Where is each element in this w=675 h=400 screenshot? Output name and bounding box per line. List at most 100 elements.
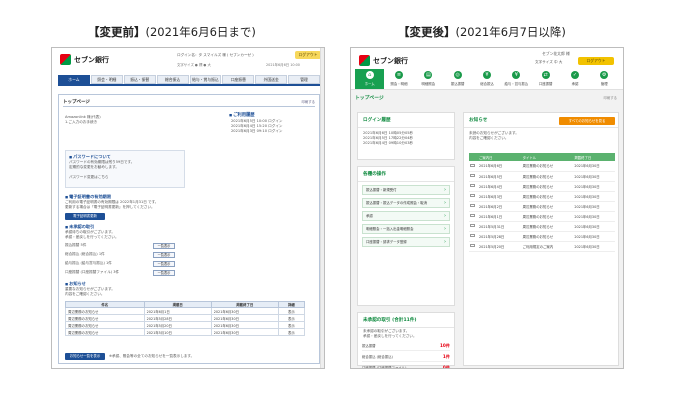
after-nav-item[interactable]: ⌂ ホーム <box>355 69 385 89</box>
after-news-title-link[interactable]: ご利用規定のご案内 <box>519 241 572 252</box>
after-ops-item[interactable]: 振込振替・振込データの作成照会・取消 <box>362 198 450 208</box>
after-pending-row[interactable]: 総合振込 (総合振込) 1件 <box>362 353 450 362</box>
after-ops-item[interactable]: 口座振替・請求データ登録 <box>362 237 450 247</box>
before-cert-section: 電子証明書の有効期限 ご利用の電子証明書の有効期限は 2022年1月31日 です… <box>65 194 315 220</box>
before-nav-tab[interactable]: 総合振込 <box>156 75 189 84</box>
bank-logo-icon <box>60 54 71 65</box>
before-nav-tab[interactable]: 振込・振替 <box>123 75 156 84</box>
after-news-title-link[interactable]: 周辺業務のお知らせ <box>519 231 572 242</box>
caption-after-date: (2021年6月7日以降) <box>455 25 566 39</box>
after-pending-row[interactable]: 振込振替 10件 <box>362 342 450 351</box>
before-nav-tab[interactable]: ホーム <box>58 75 90 84</box>
after-news-icon-cell <box>469 221 476 232</box>
after-news-icon-cell <box>469 211 476 222</box>
after-nav-label: 給与・賞与振込 <box>504 82 529 86</box>
table-row[interactable]: 周辺業務のお知らせ 2021年5月10日 2021年6月30日 表示 <box>65 328 306 336</box>
after-page-title: トップページ <box>355 96 384 101</box>
table-row[interactable]: 2021年6月5日 周辺業務のお知らせ 2021年6月30日 <box>469 171 615 182</box>
after-ops-item[interactable]: 振込振替・新規受付 <box>362 185 450 195</box>
after-news-cell: 2021年6月30日 <box>571 181 615 192</box>
after-pending-count: 10件 <box>439 342 450 348</box>
after-news-cell: 2021年6月30日 <box>571 171 615 182</box>
after-news-header: ご案内日 <box>476 153 520 161</box>
after-news-title-link[interactable]: 周辺業務のお知らせ <box>519 201 572 212</box>
after-pending-desc: 承認・差戻しを行ってください。 <box>363 333 417 338</box>
table-row[interactable]: 2021年5月31日 周辺業務のお知らせ 2021年6月30日 <box>469 221 615 232</box>
before-pending-list-button[interactable]: 一覧表示 <box>153 260 175 267</box>
table-row[interactable]: 2021年6月6日 周辺業務のお知らせ 2021年6月30日 <box>469 161 615 172</box>
before-pending-label: 給与振込 (給与賞与振込) 1件 <box>65 260 112 265</box>
before-history-title: ご利用履歴 <box>229 112 254 118</box>
before-pending-row: 口座振替 (口座振替ファイル) 3件 一覧表示 <box>65 269 175 276</box>
after-nav-item[interactable]: ⇄ 口座振替 <box>531 69 560 89</box>
before-pending-list-button[interactable]: 一覧表示 <box>153 242 175 249</box>
before-nav-tab[interactable]: 給与・賞与振込 <box>189 75 222 84</box>
after-news-title-link[interactable]: 周辺業務のお知らせ <box>519 211 572 222</box>
after-news-cell: 2021年6月6日 <box>476 161 520 172</box>
after-news-title-link[interactable]: 周辺業務のお知らせ <box>519 181 572 192</box>
before-cert-renew-button[interactable]: 電子証明書更新 <box>65 212 105 220</box>
before-password-link[interactable]: パスワード変更はこちら <box>69 175 181 180</box>
after-nav-item[interactable]: ¥ 総合振込 <box>472 69 501 89</box>
after-nav-label: 承認 <box>571 82 579 86</box>
after-pending-count: 1件 <box>442 353 450 359</box>
after-print-link[interactable]: 印刷する <box>603 95 617 100</box>
before-pending-rows: 振込振替 5件 一覧表示 総合振込 (総合振込) 1件 一覧表示 給与振込 (給与賞与振… <box>65 242 315 276</box>
table-row[interactable]: 2021年6月1日 周辺業務のお知らせ 2021年6月30日 <box>469 211 615 222</box>
after-news-title-link[interactable]: 周辺業務のお知らせ <box>519 221 572 232</box>
table-row[interactable]: 周辺業務のお知らせ 2021年6月1日 2021年6月30日 表示 <box>65 307 306 315</box>
before-page-title-text: トップページ <box>63 100 90 105</box>
after-pending-row[interactable]: 口座振替 (口座振替ファイル) 0件 <box>362 364 450 368</box>
before-table-detail-button[interactable]: 表示 <box>277 314 306 322</box>
table-row[interactable]: 周辺業務のお知らせ 2021年5月28日 2021年6月30日 表示 <box>65 314 306 322</box>
before-pending-list-button[interactable]: 一覧表示 <box>153 251 175 258</box>
after-nav-item[interactable]: ◎ 振込振替 <box>443 69 472 89</box>
table-row[interactable]: 2021年5月28日 周辺業務のお知らせ 2021年6月30日 <box>469 231 615 242</box>
before-font-size[interactable]: 文字サイズ ● 標 ● 大 <box>177 62 211 67</box>
after-font-size[interactable]: 文字サイズ 中 大 <box>535 60 562 65</box>
before-nav-tab[interactable]: 管理 <box>288 75 320 84</box>
after-news-title-link[interactable]: 周辺業務のお知らせ <box>519 171 572 182</box>
before-table-detail-button[interactable]: 表示 <box>277 307 306 315</box>
before-table-detail-button[interactable]: 表示 <box>277 328 306 336</box>
after-news-body: 2021年6月6日 周辺業務のお知らせ 2021年6月30日 2021年6月5日 周辺業… <box>469 161 615 252</box>
before-all-notices-button[interactable]: お知らせ一覧を表示 <box>65 353 105 360</box>
before-table-cell: 周辺業務のお知らせ <box>65 328 145 336</box>
after-news-title-link[interactable]: 周辺業務のお知らせ <box>519 191 572 202</box>
after-nav-item[interactable]: ≡ 照会・明細 <box>384 69 413 89</box>
table-row[interactable]: 2021年5月20日 ご利用規定のご案内 2021年6月30日 <box>469 241 615 252</box>
before-nav-tab[interactable]: 照会・明細 <box>90 75 123 84</box>
before-nav-tab[interactable]: 口座振替 <box>222 75 255 84</box>
after-nav-item[interactable]: ▤ 明細照会 <box>414 69 443 89</box>
after-logout-button[interactable]: ログアウト <box>578 57 614 65</box>
after-logo[interactable]: セブン銀行 <box>359 55 408 66</box>
before-scrollbar[interactable] <box>320 48 324 368</box>
table-row[interactable]: 2021年6月2日 周辺業務のお知らせ 2021年6月30日 <box>469 201 615 212</box>
after-news-cell: 2021年6月2日 <box>476 201 520 212</box>
after-news-head: ご案内日 タイトル 掲載終了日 <box>469 153 615 161</box>
before-table-detail-button[interactable]: 表示 <box>277 321 306 329</box>
after-nav-label: 口座振替 <box>538 82 553 86</box>
after-pending-rows: 振込振替 10件総合振込 (総合振込) 1件口座振替 (口座振替ファイル) 0件 <box>358 342 454 368</box>
after-ops-item[interactable]: 明細照会・一括入出金明細照会 <box>362 224 450 234</box>
mail-icon <box>470 213 475 218</box>
before-logout-button[interactable]: ログアウト <box>295 51 321 59</box>
before-logo[interactable]: セブン銀行 <box>60 54 109 65</box>
before-print-link[interactable]: 印刷する <box>301 98 315 107</box>
after-nav-item[interactable]: ¥ 給与・賞与振込 <box>502 69 531 89</box>
before-nav: ホーム 照会・明細 振込・振替 総合振込 給与・賞与振込 口座振替 外国送金 管理 <box>58 75 320 84</box>
after-ops-item[interactable]: 承認 <box>362 211 450 221</box>
before-nav-tab[interactable]: 外国送金 <box>255 75 288 84</box>
after-nav-item[interactable]: ⚙ 管理 <box>590 69 619 89</box>
after-all-news-button[interactable]: すべてのお知らせを見る <box>559 117 615 125</box>
after-nav-label: 総合振込 <box>480 82 494 86</box>
after-news-title-link[interactable]: 周辺業務のお知らせ <box>519 161 572 172</box>
table-row[interactable]: 2021年6月4日 周辺業務のお知らせ 2021年6月30日 <box>469 181 615 192</box>
before-pending-list-button[interactable]: 一覧表示 <box>153 269 175 276</box>
table-row[interactable]: 2021年6月3日 周辺業務のお知らせ 2021年6月30日 <box>469 191 615 202</box>
after-news-cell: 2021年5月20日 <box>476 241 520 252</box>
after-news-cell: 2021年5月31日 <box>476 221 520 232</box>
after-pending-label: 振込振替 <box>362 344 376 349</box>
after-nav-item[interactable]: ✓ 承認 <box>560 69 589 89</box>
table-row[interactable]: 周辺業務のお知らせ 2021年5月20日 2021年6月30日 表示 <box>65 321 306 329</box>
